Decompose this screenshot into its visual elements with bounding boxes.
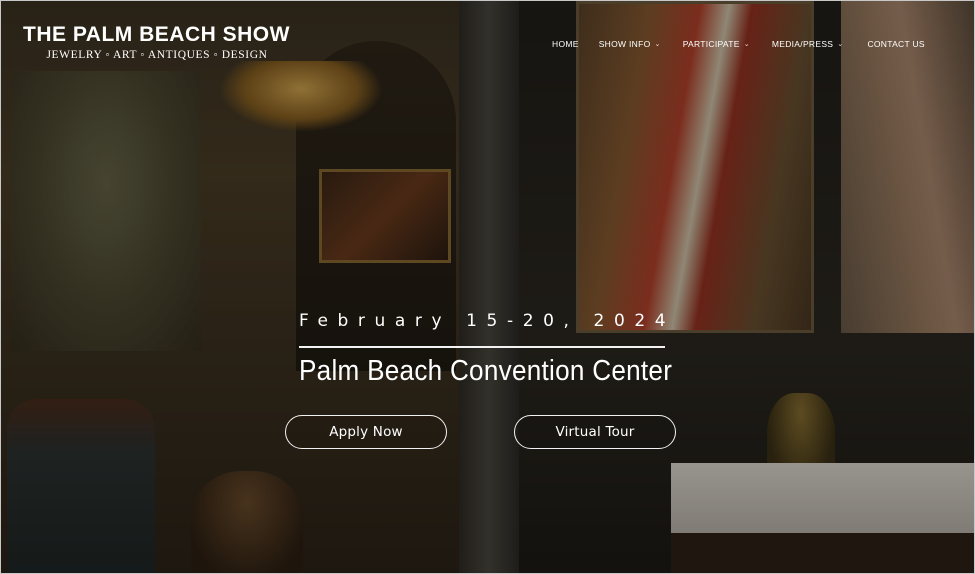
nav-item-show-info[interactable]: SHOW INFO ⌄ [599,39,661,49]
venue-title: Palm Beach Convention Center [299,355,673,387]
apply-now-button[interactable]: Apply Now [285,415,447,449]
logo-subtitle: JEWELRY ◦ ART ◦ ANTIQUES ◦ DESIGN [46,49,268,61]
show-dates: February 15-20, 2024 [299,311,676,331]
site-logo[interactable]: THE PALM BEACH SHOW JEWELRY ◦ ART ◦ ANTI… [23,23,291,61]
nav-item-label: SHOW INFO [598,39,651,49]
chevron-down-icon: ⌄ [654,41,661,48]
nav-item-home[interactable]: HOME [552,39,579,49]
nav-item-media-press[interactable]: MEDIA/PRESS ⌄ [772,39,844,49]
hero-divider [299,346,665,348]
hero-background-image [1,1,974,573]
chevron-down-icon: ⌄ [743,41,750,48]
nav-item-label: CONTACT US [867,39,925,49]
page-frame: THE PALM BEACH SHOW JEWELRY ◦ ART ◦ ANTI… [0,0,975,574]
nav-item-label: PARTICIPATE [682,39,740,49]
bg-dark-overlay [1,1,974,573]
chevron-down-icon: ⌄ [837,41,844,48]
virtual-tour-button[interactable]: Virtual Tour [514,415,676,449]
main-nav: HOME SHOW INFO ⌄ PARTICIPATE ⌄ MEDIA/PRE… [552,39,925,49]
nav-item-participate[interactable]: PARTICIPATE ⌄ [683,39,750,49]
nav-item-contact-us[interactable]: CONTACT US [867,39,924,49]
nav-item-label: HOME [552,39,579,49]
nav-item-label: MEDIA/PRESS [771,39,834,49]
logo-title: THE PALM BEACH SHOW [23,23,290,46]
